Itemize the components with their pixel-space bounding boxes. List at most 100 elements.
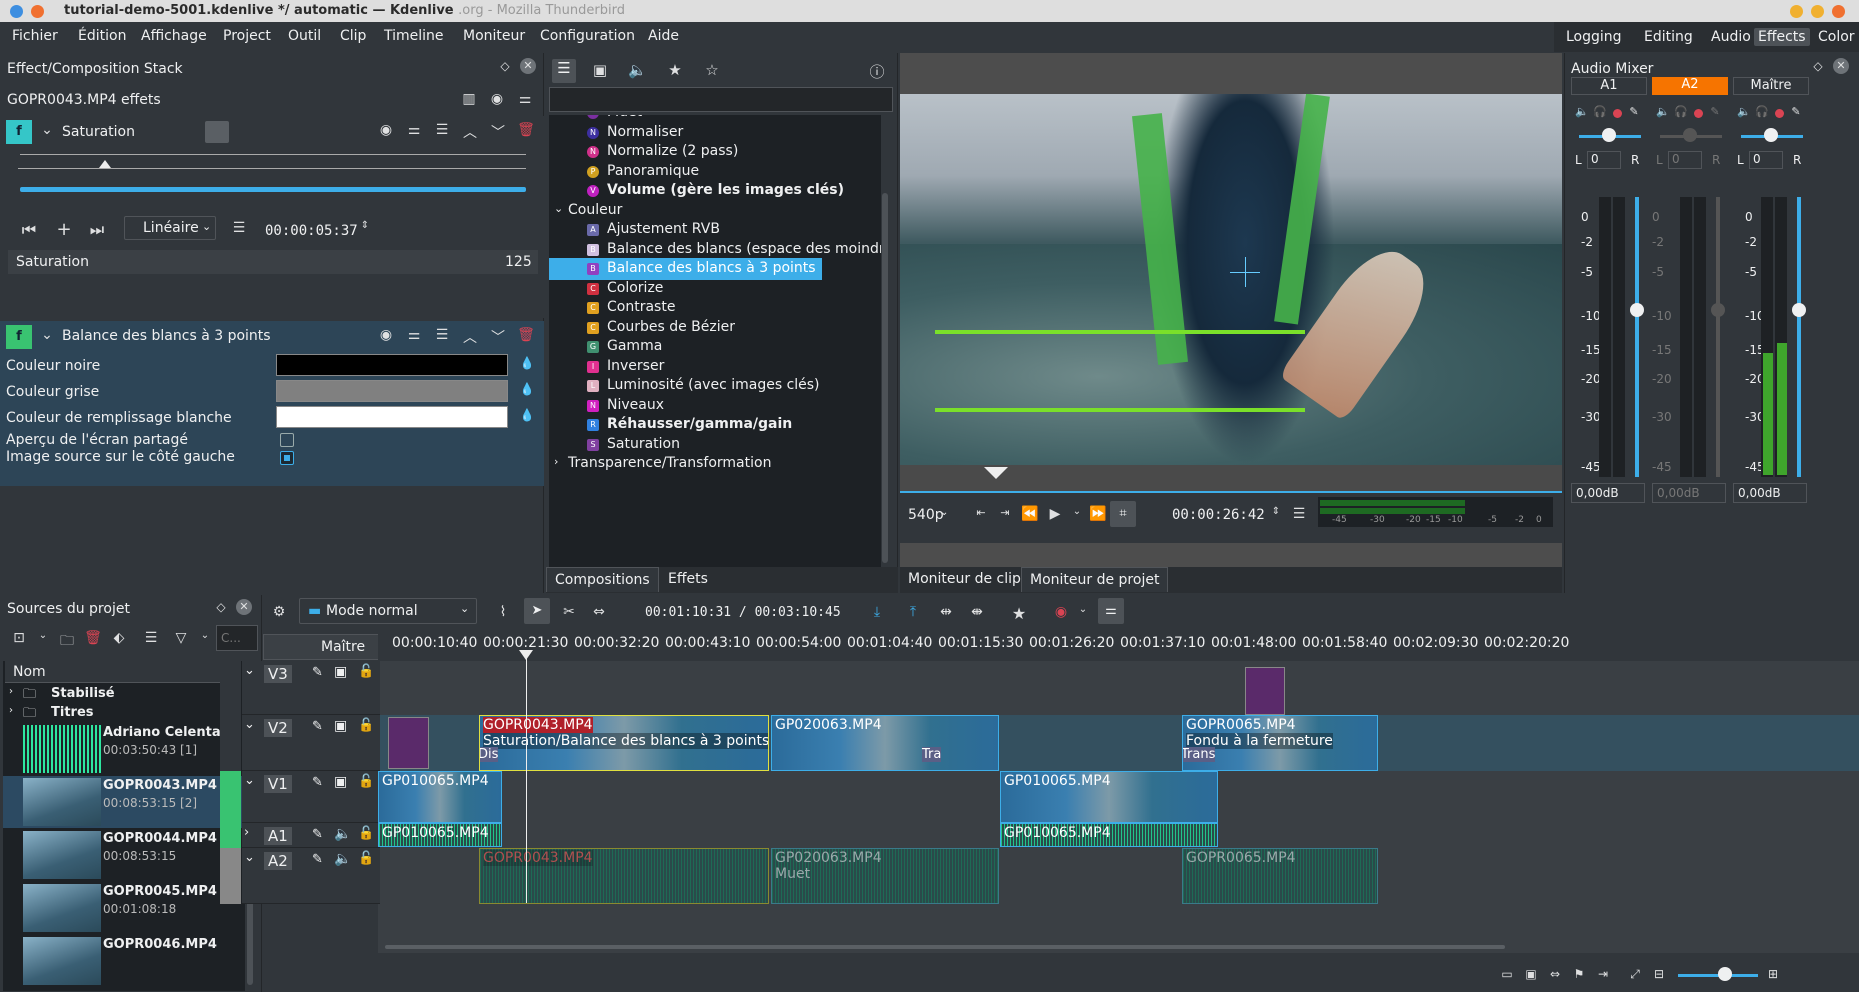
collapse-chevron-icon[interactable]: ⌄ [38, 327, 56, 343]
insert-icon[interactable]: ⤓ [868, 604, 886, 620]
layout-logging[interactable]: Logging [1562, 28, 1626, 46]
favorite-effect-icon[interactable]: ★ [1010, 604, 1028, 623]
spinner-icon[interactable]: ⇕ [1267, 506, 1285, 517]
keyframe-progress[interactable] [20, 187, 526, 192]
effect-enable-toggle[interactable]: f [6, 120, 32, 144]
color-picker-icon[interactable]: 💧 [518, 382, 536, 396]
lift-icon[interactable]: ⇼ [968, 604, 986, 620]
window-menu-icon[interactable] [10, 5, 23, 18]
headphones-icon[interactable]: 🎧 [1591, 105, 1609, 118]
chevron-down-icon[interactable]: ⌄ [244, 773, 255, 788]
keyframe-timecode[interactable]: 00:00:05:37 [265, 223, 358, 239]
video-effects-icon[interactable]: ▣ [591, 61, 609, 79]
effects-wand-icon[interactable]: ✎ [312, 827, 323, 842]
keyframe-toggle-icon[interactable] [205, 121, 229, 143]
tag-icon[interactable]: ⬖ [110, 630, 128, 646]
move-down-icon[interactable]: ﹀ [489, 327, 507, 347]
effects-search-input[interactable] [549, 87, 893, 112]
channel-name[interactable]: A1 [1571, 77, 1647, 95]
tab-clip-monitor[interactable]: Moniteur de clip [900, 567, 1029, 591]
effects-wand-icon[interactable]: ✎ [312, 719, 323, 734]
bin-column-header[interactable]: Nom ⌄ [5, 661, 239, 683]
compare-icon[interactable]: ▥ [460, 91, 478, 107]
clip-gp010065-a1a[interactable]: GP010065.MP4 [378, 823, 502, 847]
delete-clip-icon[interactable]: 🗑 [84, 630, 102, 646]
menu-icon[interactable]: ☰ [1290, 506, 1308, 522]
gain-spinbox[interactable]: 0,00dB [1571, 483, 1645, 503]
timeline-playhead[interactable] [526, 653, 527, 903]
eye-icon[interactable]: ◉ [377, 122, 395, 138]
gain-spinbox[interactable]: 0,00dB [1652, 483, 1726, 503]
track-target-a1[interactable] [220, 823, 241, 848]
track-name[interactable]: V1 [264, 775, 292, 793]
snap-icon[interactable]: ⌇ [494, 604, 512, 620]
chevron-down-icon[interactable]: ⌄ [1068, 506, 1086, 517]
move-up-icon[interactable]: ︿ [461, 122, 479, 142]
razor-tool-icon[interactable]: ✂ [560, 604, 578, 620]
record-icon[interactable] [1613, 109, 1622, 118]
bin-search-input[interactable] [216, 625, 258, 651]
title-clip[interactable] [1245, 667, 1285, 715]
minimize-icon[interactable] [1790, 5, 1803, 18]
chevron-right-icon[interactable]: › [244, 825, 249, 840]
monitor-ruler[interactable] [900, 465, 1562, 491]
track-target-v3[interactable] [220, 661, 241, 715]
menu-icon[interactable]: ☰ [142, 630, 160, 646]
float-panel-icon[interactable]: ◇ [212, 600, 230, 614]
chevron-down-icon[interactable]: ⌄ [34, 630, 52, 641]
speaker-icon[interactable]: 🔈 [334, 851, 351, 867]
track-target-v2[interactable] [220, 715, 241, 771]
menu-affichage[interactable]: Affichage [141, 28, 207, 44]
record-icon[interactable]: ◉ [1052, 604, 1070, 620]
clip-gopr0065[interactable]: GOPR0065.MP4 Fondu à la fermeture Trans [1182, 715, 1378, 771]
volume-fader[interactable] [1635, 197, 1639, 477]
effects-wand-icon[interactable]: ✎ [312, 775, 323, 790]
monitor-timecode[interactable]: 00:00:26:42 [1172, 507, 1265, 523]
close-panel-icon[interactable]: ✕ [1833, 58, 1849, 74]
bin-clip[interactable]: GOPR0045.MP4 00:01:08:18 [3, 882, 243, 934]
zoom-slider-handle[interactable] [1718, 967, 1732, 981]
crop-icon[interactable]: ⌗ [1110, 501, 1136, 527]
level-spinbox[interactable]: 0 [1668, 151, 1702, 169]
lock-icon[interactable]: 🔓 [358, 718, 374, 733]
video-icon[interactable]: ▣ [334, 774, 347, 790]
menu-clip[interactable]: Clip [340, 28, 366, 44]
lock-icon[interactable]: 🔓 [358, 851, 374, 866]
sliders-icon[interactable]: ⚌ [405, 327, 423, 343]
thumbnails-icon[interactable]: ▭ [1498, 967, 1516, 981]
track-name[interactable]: A1 [264, 827, 292, 845]
close-panel-icon[interactable]: ✕ [236, 599, 252, 615]
color-black-swatch[interactable] [276, 354, 508, 376]
move-up-icon[interactable]: ︿ [461, 327, 479, 347]
monitor-playhead[interactable] [984, 467, 1008, 479]
lock-icon[interactable]: 🔓 [358, 826, 374, 841]
source-left-checkbox[interactable] [280, 451, 294, 465]
pan-handle[interactable] [1683, 128, 1697, 142]
effects-icon[interactable]: ✎ [1787, 105, 1805, 118]
effects-wand-icon[interactable]: ✎ [312, 665, 323, 680]
chevron-down-icon[interactable]: ⌄ [196, 630, 214, 641]
clip-gp010065-v1b[interactable]: GP010065.MP4 [1000, 771, 1218, 823]
menu-icon[interactable]: ☰ [230, 220, 248, 236]
split-preview-checkbox[interactable] [280, 433, 294, 447]
close-panel-icon[interactable]: ✕ [520, 58, 536, 74]
clip-gp010065-v1a[interactable]: GP010065.MP4 [378, 771, 502, 823]
clip-gopr0065-audio[interactable]: GOPR0065.MP4 [1182, 848, 1378, 904]
sliders-icon[interactable]: ⚌ [405, 122, 423, 138]
favorites-icon[interactable]: ☆ [703, 61, 721, 79]
folder-icon[interactable]: 🗀 [58, 630, 76, 654]
overwrite-icon[interactable]: ⤒ [904, 604, 922, 620]
channel-name[interactable]: A2 [1652, 77, 1728, 95]
level-spinbox[interactable]: 0 [1587, 151, 1621, 169]
zoom-out-icon[interactable]: ⊟ [1650, 967, 1668, 981]
chevron-down-icon[interactable]: ⌄ [244, 717, 255, 732]
list-view-icon[interactable]: ☰ [552, 59, 576, 83]
effects-wand-icon[interactable]: ✎ [312, 852, 323, 867]
zoom-in-icon[interactable]: ⊞ [1764, 967, 1782, 981]
chevron-down-icon[interactable]: ⌄ [244, 663, 255, 678]
rewind-icon[interactable]: ⏪ [1021, 506, 1039, 522]
color-picker-icon[interactable]: 💧 [518, 408, 536, 422]
fast-forward-icon[interactable]: ⏩ [1089, 506, 1107, 522]
float-panel-icon[interactable]: ◇ [1809, 59, 1827, 73]
speaker-icon[interactable]: 🔈 [1654, 105, 1672, 118]
